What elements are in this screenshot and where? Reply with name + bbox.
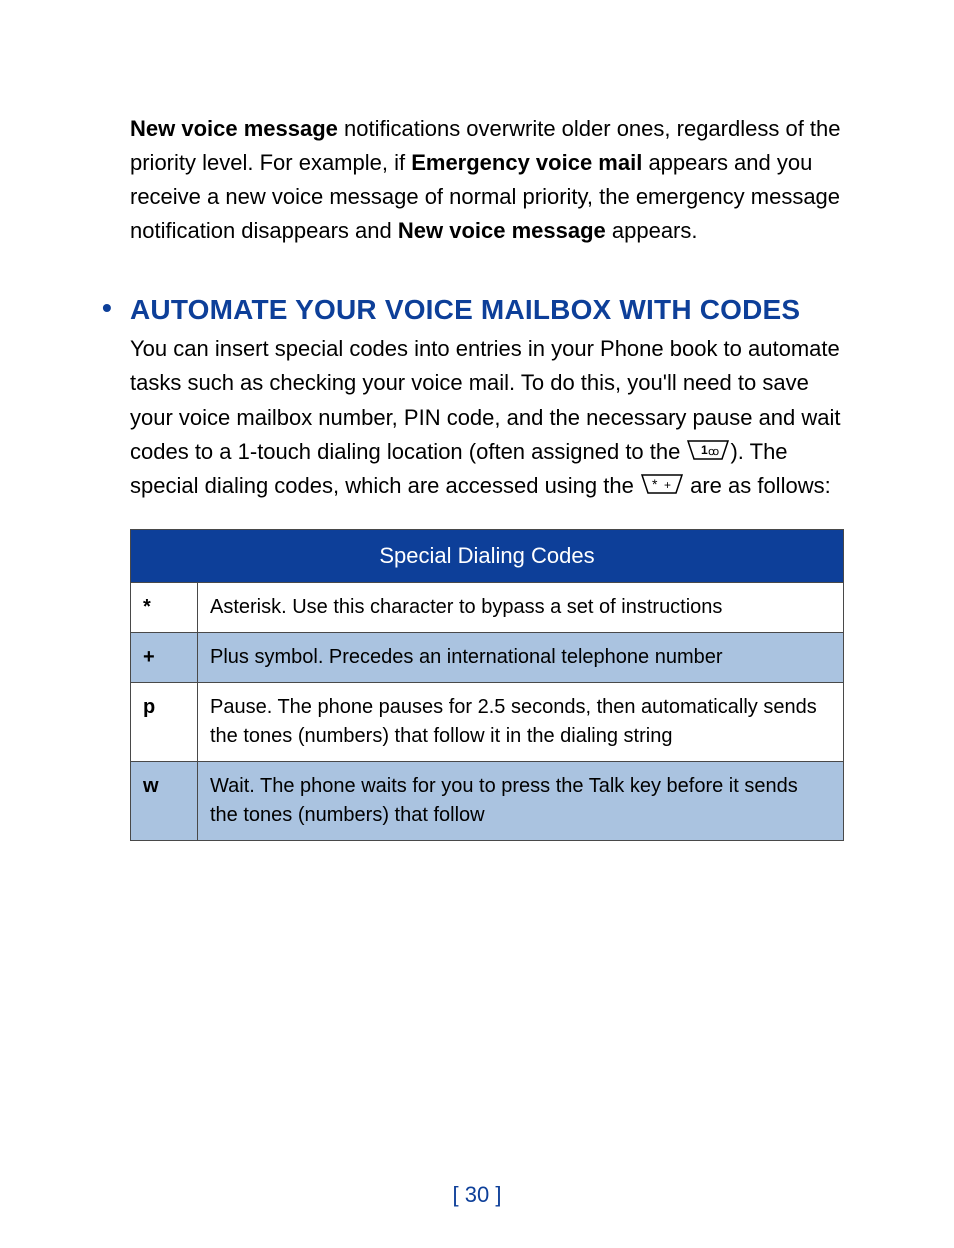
intro-bold-3: New voice message bbox=[398, 218, 606, 243]
one-key-icon: 1ꝏ bbox=[686, 439, 730, 461]
code-cell: p bbox=[131, 682, 198, 761]
table-row: w Wait. The phone waits for you to press… bbox=[131, 761, 844, 840]
desc-cell: Asterisk. Use this character to bypass a… bbox=[198, 582, 844, 632]
intro-paragraph: New voice message notifications overwrit… bbox=[130, 112, 844, 248]
section-automate-voicemail: • AUTOMATE YOUR VOICE MAILBOX WITH CODES… bbox=[130, 294, 844, 840]
svg-text:*: * bbox=[652, 476, 658, 492]
intro-bold-2: Emergency voice mail bbox=[411, 150, 642, 175]
table-row: p Pause. The phone pauses for 2.5 second… bbox=[131, 682, 844, 761]
svg-text:ꝏ: ꝏ bbox=[708, 446, 719, 458]
section-body-post: are as follows: bbox=[684, 473, 831, 498]
desc-cell: Wait. The phone waits for you to press t… bbox=[198, 761, 844, 840]
desc-cell: Pause. The phone pauses for 2.5 seconds,… bbox=[198, 682, 844, 761]
manual-page: New voice message notifications overwrit… bbox=[0, 0, 954, 1248]
table-header: Special Dialing Codes bbox=[131, 529, 844, 582]
table-row: + Plus symbol. Precedes an international… bbox=[131, 632, 844, 682]
page-number: [ 30 ] bbox=[0, 1182, 954, 1208]
code-cell: * bbox=[131, 582, 198, 632]
special-dialing-codes-table: Special Dialing Codes * Asterisk. Use th… bbox=[130, 529, 844, 841]
intro-bold-1: New voice message bbox=[130, 116, 338, 141]
svg-text:1: 1 bbox=[701, 443, 708, 457]
star-key-icon: *+ bbox=[640, 473, 684, 495]
table-row: * Asterisk. Use this character to bypass… bbox=[131, 582, 844, 632]
svg-text:+: + bbox=[664, 478, 671, 492]
code-cell: + bbox=[131, 632, 198, 682]
section-heading: • AUTOMATE YOUR VOICE MAILBOX WITH CODES bbox=[130, 294, 844, 326]
code-cell: w bbox=[131, 761, 198, 840]
section-body: You can insert special codes into entrie… bbox=[130, 332, 844, 502]
desc-cell: Plus symbol. Precedes an international t… bbox=[198, 632, 844, 682]
section-heading-text: AUTOMATE YOUR VOICE MAILBOX WITH CODES bbox=[130, 294, 800, 325]
bullet-icon: • bbox=[102, 294, 112, 322]
intro-text-3: appears. bbox=[606, 218, 698, 243]
